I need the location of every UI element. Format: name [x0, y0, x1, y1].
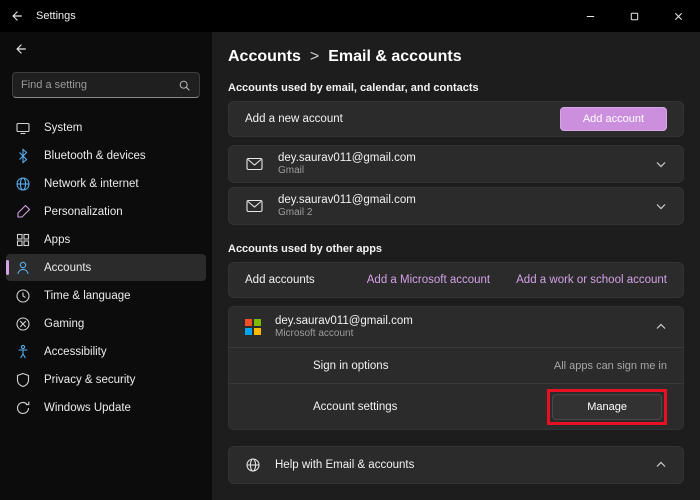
chevron-down-icon[interactable] — [655, 158, 667, 170]
shield-icon — [15, 372, 31, 388]
help-card-label: Help with Email & accounts — [275, 459, 414, 471]
help-card[interactable]: Help with Email & accounts — [228, 446, 684, 484]
add-microsoft-account-link[interactable]: Add a Microsoft account — [367, 274, 490, 286]
search-box[interactable] — [12, 72, 200, 98]
gmail2-account-row[interactable]: dey.saurav011@gmail.com Gmail 2 — [228, 187, 684, 225]
clock-icon — [15, 288, 31, 304]
brush-icon — [15, 204, 31, 220]
sidebar-item-windows-update[interactable]: Windows Update — [6, 394, 206, 421]
accessibility-icon — [15, 344, 31, 360]
account-email: dey.saurav011@gmail.com — [275, 314, 413, 328]
nav-back-button[interactable] — [0, 34, 212, 64]
add-account-button[interactable]: Add account — [560, 107, 667, 131]
account-type: Microsoft account — [275, 328, 413, 340]
add-new-account-label: Add a new account — [245, 113, 343, 125]
gmail-account-row[interactable]: dey.saurav011@gmail.com Gmail — [228, 145, 684, 183]
sidebar-item-system[interactable]: System — [6, 114, 206, 141]
system-icon — [15, 120, 31, 136]
globe-icon — [15, 176, 31, 192]
sidebar-item-privacy-security[interactable]: Privacy & security — [6, 366, 206, 393]
add-accounts-card: Add accounts Add a Microsoft account Add… — [228, 262, 684, 298]
update-icon — [15, 400, 31, 416]
sidebar-item-label: Network & internet — [44, 178, 139, 190]
back-arrow-icon — [10, 9, 24, 23]
sidebar-item-gaming[interactable]: Gaming — [6, 310, 206, 337]
close-button[interactable] — [656, 0, 700, 32]
sidebar-item-label: Time & language — [44, 290, 131, 302]
account-settings-label: Account settings — [313, 401, 397, 413]
microsoft-account-expander: dey.saurav011@gmail.com Microsoft accoun… — [228, 306, 684, 430]
maximize-icon — [629, 11, 640, 22]
sign-in-options-label: Sign in options — [313, 360, 388, 372]
sidebar-item-time-language[interactable]: Time & language — [6, 282, 206, 309]
breadcrumb-separator: > — [310, 48, 319, 66]
window-title: Settings — [36, 10, 76, 22]
mail-icon — [245, 198, 264, 214]
search-icon — [178, 79, 191, 92]
sign-in-options-row: Sign in options All apps can sign me in — [229, 347, 683, 383]
account-email: dey.saurav011@gmail.com — [278, 151, 416, 165]
xbox-icon — [15, 316, 31, 332]
breadcrumb-parent[interactable]: Accounts — [228, 48, 301, 66]
sidebar-item-apps[interactable]: Apps — [6, 226, 206, 253]
mail-icon — [245, 156, 264, 172]
sidebar-item-bluetooth-devices[interactable]: Bluetooth & devices — [6, 142, 206, 169]
main-content: Accounts > Email & accounts Accounts use… — [212, 32, 700, 500]
sidebar-item-accessibility[interactable]: Accessibility — [6, 338, 206, 365]
red-highlight-annotation: Manage — [547, 389, 667, 425]
add-accounts-label: Add accounts — [245, 274, 315, 286]
section-heading-other-apps: Accounts used by other apps — [228, 243, 684, 255]
minimize-icon — [585, 11, 596, 22]
apps-grid-icon — [15, 232, 31, 248]
sidebar: System Bluetooth & devices Network & int… — [0, 32, 212, 500]
sidebar-item-label: Windows Update — [44, 402, 131, 414]
account-settings-row: Account settings Manage — [229, 383, 683, 429]
maximize-button[interactable] — [612, 0, 656, 32]
sidebar-item-label: System — [44, 122, 82, 134]
sidebar-nav: System Bluetooth & devices Network & int… — [0, 114, 212, 421]
sidebar-item-network-internet[interactable]: Network & internet — [6, 170, 206, 197]
account-provider: Gmail — [278, 165, 416, 177]
sidebar-item-label: Apps — [44, 234, 70, 246]
chevron-down-icon[interactable] — [655, 200, 667, 212]
sidebar-item-label: Privacy & security — [44, 374, 135, 386]
manage-button[interactable]: Manage — [552, 394, 662, 420]
sidebar-item-label: Gaming — [44, 318, 84, 330]
person-icon — [15, 260, 31, 276]
help-globe-icon — [245, 457, 261, 473]
section-heading-email-accounts: Accounts used by email, calendar, and co… — [228, 82, 684, 94]
back-arrow-icon — [14, 42, 28, 56]
microsoft-account-header[interactable]: dey.saurav011@gmail.com Microsoft accoun… — [229, 307, 683, 347]
sidebar-item-label: Accessibility — [44, 346, 107, 358]
titlebar: Settings — [0, 0, 700, 32]
search-input[interactable] — [21, 79, 178, 91]
window-controls — [568, 0, 700, 32]
sidebar-item-label: Bluetooth & devices — [44, 150, 146, 162]
add-new-account-card: Add a new account Add account — [228, 101, 684, 137]
sidebar-item-label: Accounts — [44, 262, 91, 274]
page-title: Email & accounts — [328, 48, 461, 66]
add-work-school-account-link[interactable]: Add a work or school account — [516, 274, 667, 286]
titlebar-back-button[interactable] — [0, 0, 34, 32]
close-icon — [673, 11, 684, 22]
microsoft-logo-icon — [245, 319, 261, 335]
breadcrumb: Accounts > Email & accounts — [228, 48, 684, 66]
bluetooth-icon — [15, 148, 31, 164]
minimize-button[interactable] — [568, 0, 612, 32]
sign-in-options-value: All apps can sign me in — [554, 360, 667, 372]
account-email: dey.saurav011@gmail.com — [278, 193, 416, 207]
sidebar-item-personalization[interactable]: Personalization — [6, 198, 206, 225]
sidebar-item-accounts[interactable]: Accounts — [6, 254, 206, 281]
chevron-up-icon[interactable] — [655, 321, 667, 333]
chevron-up-icon[interactable] — [655, 459, 667, 471]
account-provider: Gmail 2 — [278, 207, 416, 219]
sidebar-item-label: Personalization — [44, 206, 123, 218]
